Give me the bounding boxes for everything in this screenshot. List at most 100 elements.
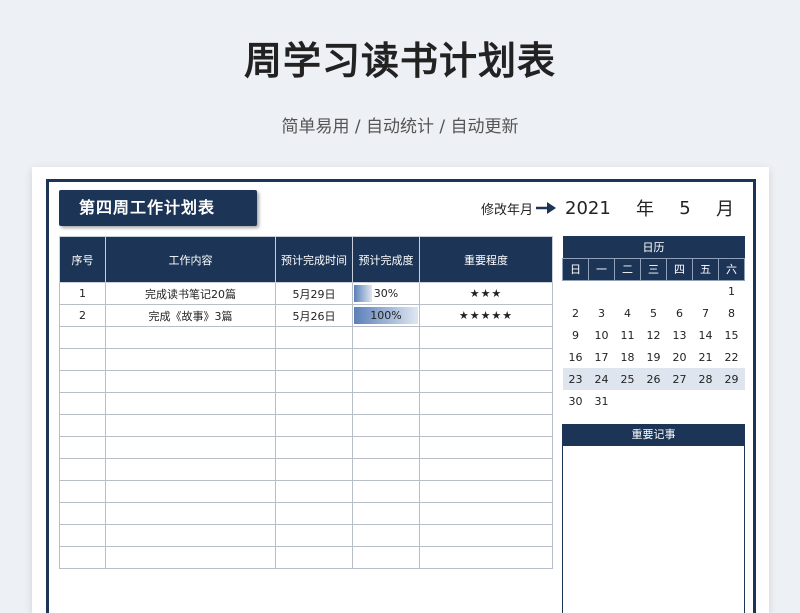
- calendar-day[interactable]: 8: [719, 302, 745, 324]
- empty-cell[interactable]: [59, 414, 106, 437]
- empty-cell[interactable]: [105, 414, 276, 437]
- empty-cell[interactable]: [105, 348, 276, 371]
- empty-cell[interactable]: [419, 546, 553, 569]
- empty-cell[interactable]: [105, 480, 276, 503]
- empty-cell[interactable]: [59, 436, 106, 459]
- row-content[interactable]: 完成读书笔记20篇: [105, 282, 276, 305]
- empty-cell[interactable]: [352, 326, 420, 349]
- empty-cell[interactable]: [419, 458, 553, 481]
- empty-cell[interactable]: [105, 458, 276, 481]
- calendar-day[interactable]: 11: [615, 324, 641, 346]
- calendar-day[interactable]: 2: [563, 302, 589, 324]
- calendar-day[interactable]: 25: [614, 368, 641, 390]
- empty-cell[interactable]: [105, 326, 276, 349]
- notes-area[interactable]: [562, 446, 745, 613]
- empty-cell[interactable]: [419, 480, 553, 503]
- empty-cell[interactable]: [419, 326, 553, 349]
- empty-cell[interactable]: [105, 436, 276, 459]
- calendar-day[interactable]: 22: [719, 346, 745, 368]
- calendar-day[interactable]: 23: [562, 368, 589, 390]
- empty-cell[interactable]: [275, 436, 353, 459]
- empty-cell[interactable]: [275, 458, 353, 481]
- row-stars[interactable]: ★★★: [419, 282, 553, 305]
- empty-cell[interactable]: [59, 326, 106, 349]
- empty-cell[interactable]: [419, 348, 553, 371]
- calendar-day[interactable]: 20: [667, 346, 693, 368]
- empty-cell[interactable]: [275, 348, 353, 371]
- empty-cell[interactable]: [419, 414, 553, 437]
- empty-cell[interactable]: [419, 524, 553, 547]
- empty-cell[interactable]: [352, 370, 420, 393]
- row-no[interactable]: 1: [59, 282, 106, 305]
- empty-cell[interactable]: [352, 524, 420, 547]
- empty-cell[interactable]: [105, 392, 276, 415]
- calendar-day[interactable]: 5: [641, 302, 667, 324]
- calendar-day[interactable]: 19: [641, 346, 667, 368]
- empty-cell[interactable]: [275, 480, 353, 503]
- calendar-day[interactable]: 24: [588, 368, 615, 390]
- empty-cell[interactable]: [105, 524, 276, 547]
- empty-cell[interactable]: [275, 392, 353, 415]
- calendar-day[interactable]: 29: [718, 368, 745, 390]
- calendar-day[interactable]: 4: [615, 302, 641, 324]
- empty-cell[interactable]: [275, 546, 353, 569]
- empty-cell[interactable]: [352, 502, 420, 525]
- empty-cell[interactable]: [59, 392, 106, 415]
- empty-cell[interactable]: [419, 370, 553, 393]
- empty-cell[interactable]: [59, 524, 106, 547]
- calendar-day[interactable]: 16: [563, 346, 589, 368]
- calendar-day[interactable]: 31: [589, 390, 615, 412]
- empty-cell[interactable]: [59, 370, 106, 393]
- calendar-day[interactable]: 13: [667, 324, 693, 346]
- year-value[interactable]: 2021: [565, 198, 625, 219]
- row-content[interactable]: 完成《故事》3篇: [105, 304, 276, 327]
- empty-cell[interactable]: [105, 502, 276, 525]
- empty-cell[interactable]: [105, 546, 276, 569]
- empty-cell[interactable]: [352, 436, 420, 459]
- row-date[interactable]: 5月29日: [275, 282, 353, 305]
- calendar-day[interactable]: 26: [640, 368, 667, 390]
- row-stars[interactable]: ★★★★★: [419, 304, 553, 327]
- empty-cell[interactable]: [419, 436, 553, 459]
- calendar-day[interactable]: 1: [719, 280, 745, 302]
- empty-cell[interactable]: [352, 480, 420, 503]
- empty-cell[interactable]: [352, 392, 420, 415]
- calendar-day[interactable]: 30: [563, 390, 589, 412]
- empty-cell[interactable]: [275, 502, 353, 525]
- empty-cell[interactable]: [105, 370, 276, 393]
- month-value[interactable]: 5: [665, 198, 705, 219]
- calendar-day[interactable]: 15: [719, 324, 745, 346]
- empty-cell[interactable]: [352, 348, 420, 371]
- calendar-day[interactable]: 27: [666, 368, 693, 390]
- empty-cell[interactable]: [59, 546, 106, 569]
- row-no[interactable]: 2: [59, 304, 106, 327]
- calendar-day[interactable]: 3: [589, 302, 615, 324]
- empty-cell[interactable]: [419, 502, 553, 525]
- calendar-day[interactable]: 18: [615, 346, 641, 368]
- empty-cell[interactable]: [419, 392, 553, 415]
- calendar-day[interactable]: 14: [693, 324, 719, 346]
- month-unit: 月: [716, 199, 734, 220]
- calendar-day[interactable]: 10: [589, 324, 615, 346]
- calendar-day[interactable]: 7: [693, 302, 719, 324]
- row-progress[interactable]: 100%: [352, 304, 420, 327]
- row-date[interactable]: 5月26日: [275, 304, 353, 327]
- empty-cell[interactable]: [275, 414, 353, 437]
- calendar-day[interactable]: 17: [589, 346, 615, 368]
- empty-cell[interactable]: [352, 546, 420, 569]
- calendar-day[interactable]: 28: [692, 368, 719, 390]
- empty-cell[interactable]: [275, 326, 353, 349]
- calendar-day[interactable]: 21: [693, 346, 719, 368]
- empty-cell[interactable]: [352, 414, 420, 437]
- calendar-day[interactable]: 6: [667, 302, 693, 324]
- row-progress[interactable]: 30%: [352, 282, 420, 305]
- empty-cell[interactable]: [59, 348, 106, 371]
- calendar-day[interactable]: 12: [641, 324, 667, 346]
- empty-cell[interactable]: [59, 458, 106, 481]
- empty-cell[interactable]: [352, 458, 420, 481]
- calendar-day[interactable]: 9: [563, 324, 589, 346]
- empty-cell[interactable]: [275, 370, 353, 393]
- empty-cell[interactable]: [59, 502, 106, 525]
- empty-cell[interactable]: [275, 524, 353, 547]
- empty-cell[interactable]: [59, 480, 106, 503]
